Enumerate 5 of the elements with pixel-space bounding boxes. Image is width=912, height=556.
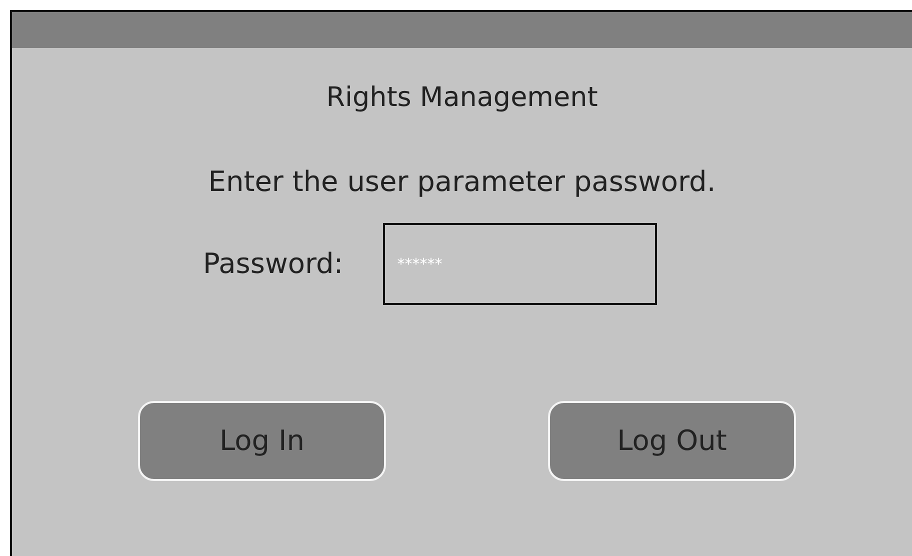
instruction-text: Enter the user parameter password.	[208, 164, 716, 200]
log-in-button[interactable]: Log In	[138, 400, 386, 480]
dialog-title: Rights Management	[326, 81, 598, 115]
password-label: Password:	[203, 246, 344, 282]
log-out-button[interactable]: Log Out	[548, 400, 796, 480]
